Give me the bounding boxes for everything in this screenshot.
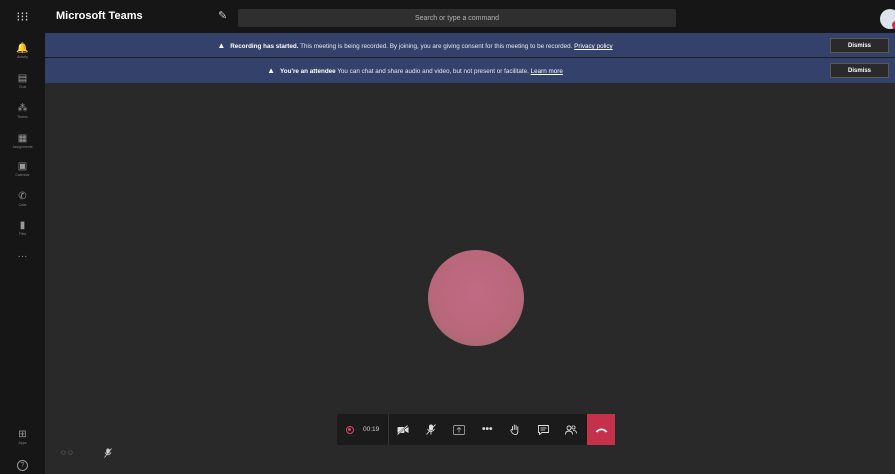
help-icon: ? xyxy=(17,459,28,471)
assignments-icon: ▦ xyxy=(17,132,28,144)
left-rail: 🔔 Activity ▤ Chat ⁂ Teams ▦ Assignments … xyxy=(0,33,45,474)
dismiss-attendee-button[interactable]: Dismiss xyxy=(830,63,889,78)
top-bar: ⁝⁝⁝ Microsoft Teams ✎ Search or type a c… xyxy=(0,0,895,33)
rail-item-apps[interactable]: ⊞ Apps xyxy=(0,423,45,451)
rail-item-more[interactable]: ··· xyxy=(0,242,45,270)
network-indicator-icon: ◌ ◌ xyxy=(61,448,73,457)
recording-banner-message: ▲ Recording has started. This meeting is … xyxy=(45,41,785,50)
chat-icon[interactable] xyxy=(529,414,557,445)
warning-icon: ▲ xyxy=(267,66,276,75)
mic-off-icon[interactable] xyxy=(417,414,445,445)
call-controls: 00:19 ••• xyxy=(337,414,615,445)
calls-icon: ✆ xyxy=(18,190,27,202)
calendar-icon: ▣ xyxy=(17,160,28,172)
more-options-icon[interactable]: ••• xyxy=(473,414,501,445)
new-chat-icon[interactable]: ✎ xyxy=(218,9,227,22)
files-icon: ▮ xyxy=(19,219,26,231)
rail-item-activity[interactable]: 🔔 Activity xyxy=(0,37,45,65)
search-input[interactable]: Search or type a command xyxy=(238,9,676,27)
rail-item-chat[interactable]: ▤ Chat xyxy=(0,67,45,95)
rail-item-assignments[interactable]: ▦ Assignments xyxy=(0,127,45,155)
dismiss-recording-button[interactable]: Dismiss xyxy=(830,38,889,53)
rail-item-calendar[interactable]: ▣ Calendar xyxy=(0,155,45,183)
bell-icon: 🔔 xyxy=(16,42,29,54)
recording-banner-title: Recording has started. xyxy=(230,43,299,50)
raise-hand-icon[interactable] xyxy=(501,414,529,445)
app-title: Microsoft Teams xyxy=(56,10,143,22)
recording-banner-text: This meeting is being recorded. By joini… xyxy=(298,43,575,50)
rail-item-calls[interactable]: ✆ Calls xyxy=(0,185,45,213)
attendee-banner-title: You're an attendee xyxy=(280,68,336,75)
app-launcher-icon[interactable]: ⁝⁝⁝ xyxy=(0,0,45,33)
attendee-banner-text: You can chat and share audio and video, … xyxy=(335,68,531,75)
warning-icon: ▲ xyxy=(217,41,226,50)
participant-avatar xyxy=(428,250,524,346)
more-icon: ··· xyxy=(17,250,28,262)
rail-item-files[interactable]: ▮ Files xyxy=(0,214,45,242)
camera-off-icon[interactable] xyxy=(389,414,417,445)
share-icon[interactable] xyxy=(445,414,473,445)
mic-muted-icon xyxy=(104,448,112,460)
privacy-policy-link[interactable]: Privacy policy xyxy=(574,43,613,50)
learn-more-link[interactable]: Learn more xyxy=(531,68,563,75)
chat-icon: ▤ xyxy=(17,72,28,84)
attendee-banner: ▲ You're an attendee You can chat and sha… xyxy=(45,58,895,83)
hang-up-button[interactable] xyxy=(587,414,615,445)
rail-item-help[interactable]: ? xyxy=(0,451,45,474)
attendee-banner-message: ▲ You're an attendee You can chat and sha… xyxy=(45,66,785,75)
apps-icon: ⊞ xyxy=(18,428,27,440)
participants-icon[interactable] xyxy=(557,414,585,445)
teams-icon: ⁂ xyxy=(17,102,28,114)
rail-item-teams[interactable]: ⁂ Teams xyxy=(0,97,45,125)
hang-up-icon xyxy=(595,428,607,432)
recording-banner: ▲ Recording has started. This meeting is … xyxy=(45,33,895,58)
user-avatar[interactable] xyxy=(880,9,895,29)
recording-indicator-icon xyxy=(346,425,354,434)
call-timer: 00:19 xyxy=(363,426,380,433)
